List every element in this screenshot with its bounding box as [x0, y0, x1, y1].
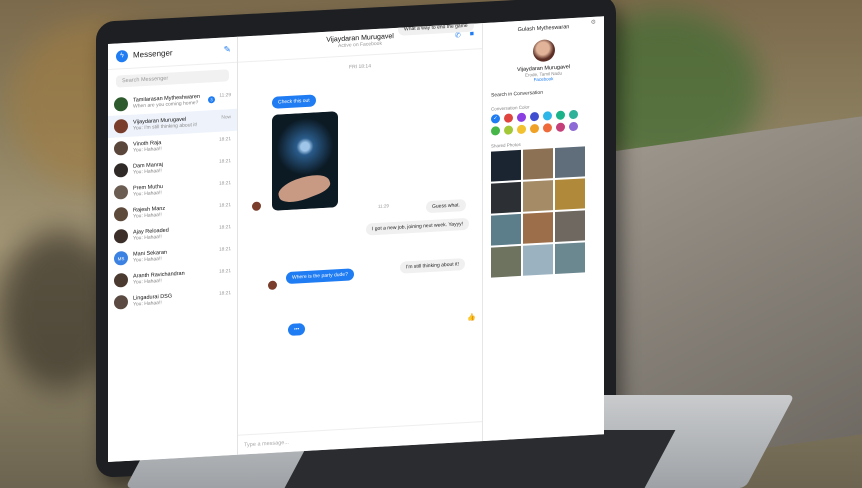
compose-icon[interactable]: ✎: [223, 44, 231, 55]
typing-indicator: •••: [288, 322, 306, 336]
photo-thumb[interactable]: [491, 213, 521, 246]
conversation-preview: You: Hahaa!!: [133, 145, 162, 154]
conversation-text: Rajesh Manz You: Hahaa!!: [133, 206, 165, 220]
conversation-time: 18:21: [218, 137, 231, 143]
video-icon[interactable]: ■: [470, 31, 474, 39]
hand-shape: [275, 168, 333, 208]
message-bubble: Check this out: [272, 94, 316, 109]
message-bubble: Where is the party dude?: [286, 268, 354, 285]
search-input[interactable]: Search Messenger: [116, 69, 229, 88]
conversation-time: 11:29: [219, 93, 231, 99]
conversation-text: Prem Muthu You: Hahaa!!: [133, 184, 163, 198]
current-user: Gulash Mytheswaran: [517, 24, 570, 34]
avatar: [268, 280, 277, 291]
conversation-time: 18:21: [218, 247, 231, 253]
photo-thumb[interactable]: [491, 149, 521, 182]
app-title: Messenger: [133, 48, 173, 60]
photo-thumb[interactable]: [555, 178, 585, 211]
conversation-sidebar: ϟ Messenger ✎ Search Messenger Tamilaras…: [108, 36, 238, 462]
avatar: [114, 96, 128, 112]
avatar: [114, 228, 128, 244]
color-swatch[interactable]: [556, 122, 565, 132]
conversation-preview: You: Hahaa!!: [133, 233, 162, 242]
avatar: MS: [114, 250, 128, 266]
color-swatch[interactable]: [569, 109, 578, 120]
conversation-time: 18:21: [218, 181, 231, 187]
color-swatch[interactable]: [556, 110, 565, 120]
messenger-logo-icon: ϟ: [116, 49, 128, 63]
shared-photo[interactable]: [272, 111, 338, 211]
conversation-text: Dam Manraj You: Hahaa!!: [133, 162, 163, 176]
conversation-text: Mani Sekaran You: Hahaa!!: [133, 250, 167, 264]
color-swatch[interactable]: [569, 121, 578, 132]
color-swatch[interactable]: [543, 111, 552, 121]
photo-thumb[interactable]: [523, 244, 553, 276]
avatar: [114, 184, 128, 200]
conversation-time: 18:21: [218, 269, 231, 275]
avatar: [252, 201, 261, 211]
avatar: [114, 272, 128, 288]
color-swatch[interactable]: [517, 124, 526, 135]
conversation-time: 18:21: [218, 203, 231, 209]
info-panel: Gulash Mytheswaran ⚙ Vijaydaran Murugave…: [482, 16, 604, 442]
photo-thumb[interactable]: [491, 181, 521, 214]
avatar: [114, 206, 128, 222]
color-swatch[interactable]: [517, 112, 526, 123]
photo-thumb[interactable]: [523, 180, 553, 212]
avatar: [114, 162, 128, 178]
message-time: 11:29: [378, 203, 389, 209]
message-bubble: I'm still thinking about it!: [400, 258, 465, 274]
conversation-preview: You: Hahaa!!: [133, 189, 162, 198]
settings-icon[interactable]: ⚙: [591, 19, 596, 26]
color-swatch[interactable]: [530, 123, 539, 134]
photo-thumb[interactable]: [523, 148, 553, 180]
photo-thumb[interactable]: [555, 146, 585, 179]
conversation-text: Aranth Ravichandran You: Hahaa!!: [133, 271, 185, 286]
conversation-text: Vijaydaran Murugavel You: I'm still think…: [133, 116, 197, 132]
conversation-text: Ajay Reloaded You: Hahaa!!: [133, 228, 169, 242]
conversation-preview: You: Hahaa!!: [133, 211, 162, 220]
conversation-list: Tamilarasan Mytheshwaren When are you com…: [108, 87, 237, 314]
conversation-time: 18:21: [218, 159, 231, 165]
message-bubble: Guess what.: [426, 198, 466, 214]
avatar: [114, 294, 128, 310]
color-swatch[interactable]: [543, 123, 552, 133]
photo-thumb[interactable]: [523, 212, 553, 244]
conversation-preview: You: Hahaa!!: [133, 167, 162, 176]
conversation-preview: You: Hahaa!!: [133, 255, 162, 264]
profile-avatar: [532, 39, 555, 63]
message-bubble: I got a new job, joining next week. Yayy…: [366, 217, 469, 236]
unread-badge: 3: [208, 96, 215, 104]
photo-thumb[interactable]: [555, 242, 585, 275]
color-swatch[interactable]: [530, 111, 539, 122]
color-swatches: ✓: [491, 108, 604, 136]
photo-thumb[interactable]: [491, 245, 521, 278]
conversation-text: Tamilarasan Mytheshwaren When are you com…: [133, 94, 200, 110]
search-conversation-link[interactable]: Search in Conversation: [491, 87, 596, 99]
color-swatch[interactable]: [491, 126, 500, 136]
like-icon[interactable]: 👍: [467, 313, 476, 321]
conversation-time: 18:21: [218, 225, 231, 231]
laptop-screen: ϟ Messenger ✎ Search Messenger Tamilaras…: [108, 16, 604, 463]
shared-photo-grid: [491, 145, 604, 278]
conversation-time: 18:21: [218, 291, 231, 297]
color-swatch[interactable]: ✓: [491, 114, 500, 124]
conversation-preview: You: Hahaa!!: [133, 299, 162, 308]
color-swatch[interactable]: [504, 125, 513, 135]
conversation-text: Lingadurai DSG You: Hahaa!!: [133, 293, 172, 307]
chat-panel: Vijaydaran Murugavel Active on Facebook …: [238, 19, 482, 455]
conversation-text: Vinoth Raja You: Hahaa!!: [133, 140, 162, 154]
avatar: [114, 140, 128, 156]
conversation-time: Now: [221, 115, 231, 121]
photo-thumb[interactable]: [555, 210, 585, 243]
color-swatch[interactable]: [504, 113, 513, 123]
avatar: [114, 118, 128, 134]
